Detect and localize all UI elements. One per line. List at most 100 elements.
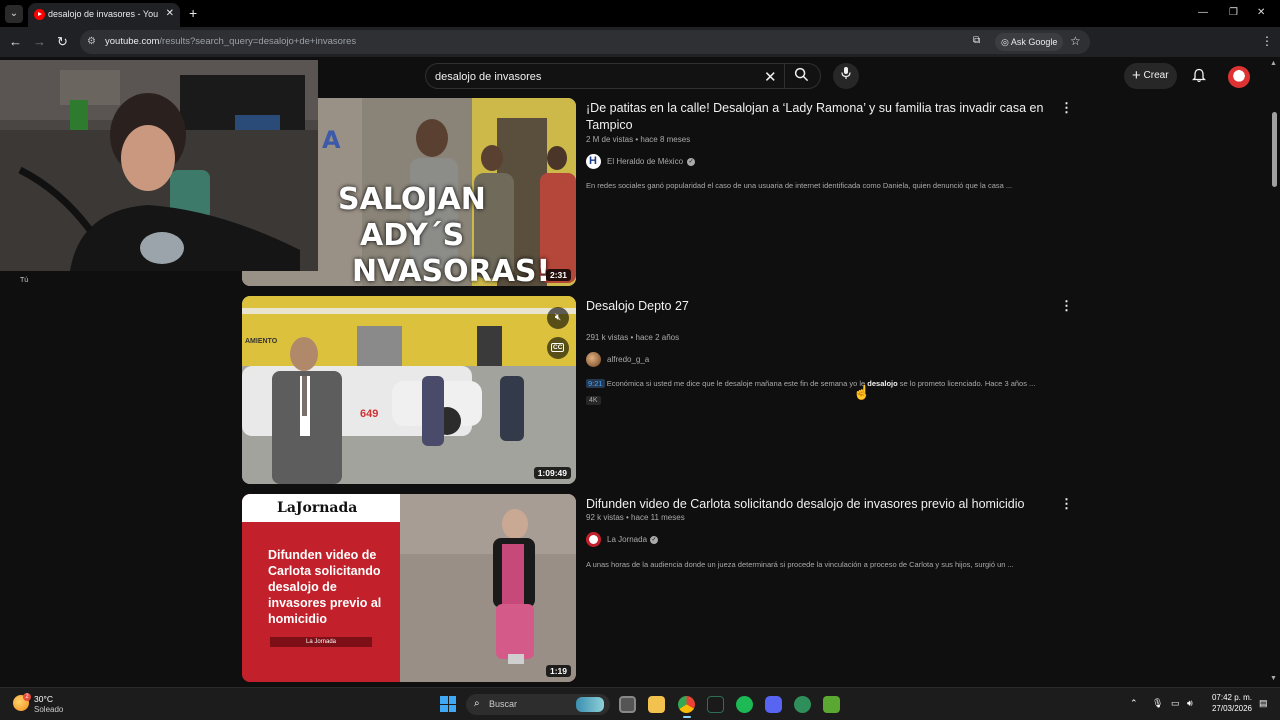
weather-temperature[interactable]: 30°C xyxy=(34,694,53,704)
notification-center-icon[interactable]: ▤ xyxy=(1259,698,1268,709)
search-button[interactable] xyxy=(794,67,809,86)
scrollbar-thumb[interactable] xyxy=(1272,112,1277,187)
channel-name: La Jornada xyxy=(607,535,648,544)
captions-toggle[interactable]: CC xyxy=(547,337,569,359)
search-input[interactable]: desalojo de invasores xyxy=(435,71,541,83)
volume-icon[interactable]: 🔊︎ xyxy=(1187,698,1193,709)
scroll-up-icon[interactable]: ▲ xyxy=(1270,60,1277,67)
timestamp-chip[interactable]: 9:21 xyxy=(586,379,605,388)
browser-menu-icon[interactable]: ⋮ xyxy=(1261,34,1273,48)
clock-date[interactable]: 27/03/2026 xyxy=(1206,704,1252,713)
minimize-button[interactable]: — xyxy=(1198,7,1208,18)
network-icon[interactable]: ▭ xyxy=(1171,698,1180,709)
mute-toggle-icon[interactable]: 🔇︎ xyxy=(547,307,569,329)
active-app-indicator xyxy=(683,716,691,718)
spotify-icon[interactable] xyxy=(736,696,753,713)
video-meta: 92 k vistas • hace 11 meses xyxy=(586,513,685,522)
voice-search-button[interactable] xyxy=(833,63,859,89)
thumbnail-headline: Difunden video de Carlota solicitando de… xyxy=(268,548,382,626)
webcam-overlay xyxy=(0,60,318,271)
site-info-icon[interactable]: ⚙ xyxy=(87,36,99,48)
video-thumbnail[interactable]: LaJornada Difunden video de Carlota soli… xyxy=(242,494,576,682)
search-box[interactable]: desalojo de invasores ✕ xyxy=(425,63,821,89)
thumbnail-footer: La Jornada xyxy=(270,637,373,647)
forward-button[interactable]: → xyxy=(33,34,46,49)
xbox-app-icon[interactable] xyxy=(707,696,724,713)
lajornada-logo: LaJornada xyxy=(277,500,358,516)
microphone-icon xyxy=(841,67,851,79)
minecraft-icon[interactable] xyxy=(823,696,840,713)
discord-icon[interactable] xyxy=(765,696,782,713)
video-menu-icon[interactable]: ⋮ xyxy=(1060,496,1073,512)
video-title[interactable]: Difunden video de Carlota solicitando de… xyxy=(586,496,1046,513)
search-icon: ⌕ xyxy=(474,698,480,709)
restore-button[interactable]: ❐ xyxy=(1229,7,1238,18)
chrome-icon[interactable] xyxy=(678,696,695,713)
start-button[interactable] xyxy=(440,696,456,712)
app-icon[interactable] xyxy=(794,696,811,713)
video-duration: 1:09:49 xyxy=(533,467,571,479)
search-divider xyxy=(784,64,785,88)
close-window-button[interactable]: ✕ xyxy=(1257,7,1265,18)
video-menu-icon[interactable]: ⋮ xyxy=(1060,298,1073,314)
browser-toolbar: ← → ↻ ⚙ youtube.com/results?search_query… xyxy=(0,27,1280,74)
search-icon xyxy=(794,67,809,82)
search-highlight-image xyxy=(576,697,604,712)
clock-time[interactable]: 07:42 p. m. xyxy=(1206,693,1252,702)
new-tab-button[interactable]: + xyxy=(189,5,197,21)
video-description: A unas horas de la audiencia donde un ju… xyxy=(586,560,1014,569)
account-avatar[interactable] xyxy=(1228,66,1250,88)
ask-google-button[interactable]: ◎ Ask Google xyxy=(995,33,1064,51)
bookmark-star-icon[interactable]: ☆ xyxy=(1070,34,1081,48)
plus-icon: + xyxy=(1132,67,1141,84)
browser-tab-strip: ⌄ desalojo de invasores - YouTube ✕ + — … xyxy=(0,0,1280,27)
google-lens-icon: ◎ xyxy=(1001,37,1011,47)
install-app-icon[interactable]: ⧉ xyxy=(973,35,980,46)
video-menu-icon[interactable]: ⋮ xyxy=(1060,100,1073,116)
microphone-icon[interactable]: 🎙︎ xyxy=(1152,698,1163,709)
taskbar-search[interactable]: ⌕ Buscar xyxy=(466,694,610,715)
video-title[interactable]: Desalojo Depto 27 xyxy=(586,298,1046,315)
browser-tab-active[interactable]: desalojo de invasores - YouTube ✕ xyxy=(28,3,180,27)
thumbnail-left-panel: LaJornada Difunden video de Carlota soli… xyxy=(242,494,400,682)
video-thumbnail[interactable]: AMIENTO 649 🔇︎ CC 1:09:49 xyxy=(242,296,576,484)
video-duration: 2:31 xyxy=(545,269,571,281)
notifications-button[interactable] xyxy=(1191,68,1207,86)
video-meta: 2 M de vistas • hace 8 meses xyxy=(586,135,691,144)
weather-badge: 2 xyxy=(23,693,31,701)
task-view-icon[interactable] xyxy=(619,696,636,713)
video-result[interactable]: LaJornada Difunden video de Carlota soli… xyxy=(242,494,1073,682)
weather-condition[interactable]: Soleado xyxy=(34,705,63,714)
channel-avatar: H xyxy=(586,154,601,169)
video-duration: 1:19 xyxy=(545,665,571,677)
tab-close-icon[interactable]: ✕ xyxy=(166,8,174,19)
channel-avatar xyxy=(586,352,601,367)
tab-title: desalojo de invasores - YouTube xyxy=(48,9,158,19)
channel-avatar xyxy=(586,532,601,547)
create-button[interactable]: + Crear xyxy=(1124,63,1177,89)
reload-button[interactable]: ↻ xyxy=(57,34,68,50)
video-meta: 291 k vistas • hace 2 años xyxy=(586,333,680,342)
thumbnail-image xyxy=(400,494,576,682)
video-description: En redes sociales ganó popularidad el ca… xyxy=(586,181,1013,190)
clear-search-icon[interactable]: ✕ xyxy=(764,68,777,86)
scroll-down-icon[interactable]: ▼ xyxy=(1270,675,1277,682)
video-result[interactable]: A SALOJAN ADY´S NVASORAS! 2:31 ¡De patit… xyxy=(242,98,1073,286)
thumbnail-image xyxy=(242,296,576,484)
channel-name: alfredo_g_a xyxy=(607,355,650,364)
back-button[interactable]: ← xyxy=(9,34,22,49)
taskbar-search-placeholder: Buscar xyxy=(489,699,518,709)
video-description: 9:21 Económica si usted me dice que le d… xyxy=(586,379,1036,388)
thumbnail-caption: SALOJAN ADY´S NVASORAS! xyxy=(338,182,551,286)
video-result[interactable]: AMIENTO 649 🔇︎ CC 1:09:49 Desalojo Depto… xyxy=(242,296,1073,484)
show-hidden-icons[interactable]: ⌃ xyxy=(1130,698,1138,709)
bell-icon xyxy=(1191,68,1207,83)
page-scrollbar[interactable]: ▲ ▼ xyxy=(1268,57,1280,687)
address-bar[interactable]: ⚙ youtube.com/results?search_query=desal… xyxy=(80,30,1090,54)
tab-search-button[interactable]: ⌄ xyxy=(5,5,23,23)
file-explorer-icon[interactable] xyxy=(648,696,665,713)
webcam-label: Tú xyxy=(20,277,29,284)
cc-icon: CC xyxy=(551,343,565,352)
video-title[interactable]: ¡De patitas en la calle! Desalojan a ‘La… xyxy=(586,100,1046,134)
thumbnail-sign-text: AMIENTO xyxy=(245,338,278,345)
